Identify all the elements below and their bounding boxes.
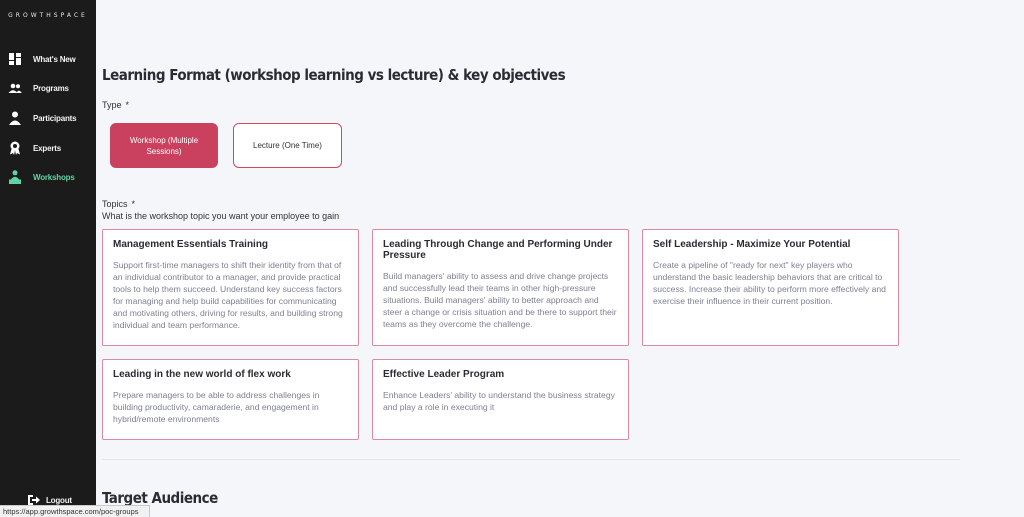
topics-label-text: Topics (102, 199, 128, 209)
section-divider (102, 459, 960, 460)
type-option-label: Lecture (One Time) (253, 141, 322, 150)
sidebar-item-participants[interactable]: Participants (8, 108, 92, 128)
section-title: Learning Format (workshop learning vs le… (102, 66, 566, 84)
topic-description: Build managers' ability to assess and dr… (383, 271, 617, 329)
type-option-workshop[interactable]: Workshop (Multiple Sessions) (110, 123, 218, 168)
sidebar-item-experts[interactable]: Experts (8, 138, 92, 158)
topic-card-self-leadership[interactable]: Self Leadership - Maximize Your Potentia… (642, 229, 899, 346)
workshop-icon (8, 170, 22, 184)
topic-description: Enhance Leaders' ability to understand t… (383, 390, 615, 412)
sidebar-item-label: Participants (33, 113, 77, 123)
sidebar-item-label: Experts (33, 143, 61, 153)
required-mark: * (125, 100, 130, 110)
person-icon (8, 111, 22, 125)
topic-card-flex-work[interactable]: Leading in the new world of flex work Pr… (102, 359, 359, 440)
topic-title: Leading Through Change and Performing Un… (383, 239, 613, 261)
sidebar-item-workshops[interactable]: Workshops (8, 167, 92, 187)
topic-description: Create a pipeline of "ready for next" ke… (653, 260, 886, 306)
group-icon (8, 81, 22, 95)
topic-title: Self Leadership - Maximize Your Potentia… (653, 239, 851, 250)
main-content: Learning Format (workshop learning vs le… (96, 0, 1024, 517)
sidebar-item-label: What's New (33, 54, 76, 64)
topic-card-management-essentials[interactable]: Management Essentials Training Support f… (102, 229, 359, 346)
sidebar: GROWTHSPACE What's New Programs Particip… (0, 0, 96, 517)
type-option-label: Workshop (Multiple Sessions) (129, 135, 199, 156)
topic-title: Leading in the new world of flex work (113, 369, 291, 380)
sidebar-item-label: Programs (33, 83, 69, 93)
topic-description: Support first-time managers to shift the… (113, 260, 343, 330)
brand-logo: GROWTHSPACE (8, 12, 88, 19)
topic-card-leading-through-change[interactable]: Leading Through Change and Performing Un… (372, 229, 629, 346)
logout-icon (28, 495, 40, 505)
type-label-text: Type (102, 100, 122, 110)
sidebar-item-programs[interactable]: Programs (8, 78, 92, 98)
sidebar-item-whats-new[interactable]: What's New (8, 49, 92, 69)
topic-title: Effective Leader Program (383, 369, 505, 380)
sidebar-item-label: Workshops (33, 172, 75, 182)
required-mark: * (131, 199, 136, 209)
logout-label: Logout (46, 495, 72, 505)
status-bar-url: https://app.growthspace.com/poc-groups (0, 505, 150, 517)
type-option-lecture[interactable]: Lecture (One Time) (233, 123, 342, 168)
topic-card-effective-leader[interactable]: Effective Leader Program Enhance Leaders… (372, 359, 629, 440)
award-icon (8, 141, 22, 155)
type-label: Type * (102, 100, 129, 110)
dashboard-icon (8, 52, 22, 66)
topics-help-text: What is the workshop topic you want your… (102, 211, 340, 221)
topic-title: Management Essentials Training (113, 239, 269, 250)
topic-description: Prepare managers to be able to address c… (113, 390, 320, 424)
topics-label: Topics * (102, 199, 135, 209)
